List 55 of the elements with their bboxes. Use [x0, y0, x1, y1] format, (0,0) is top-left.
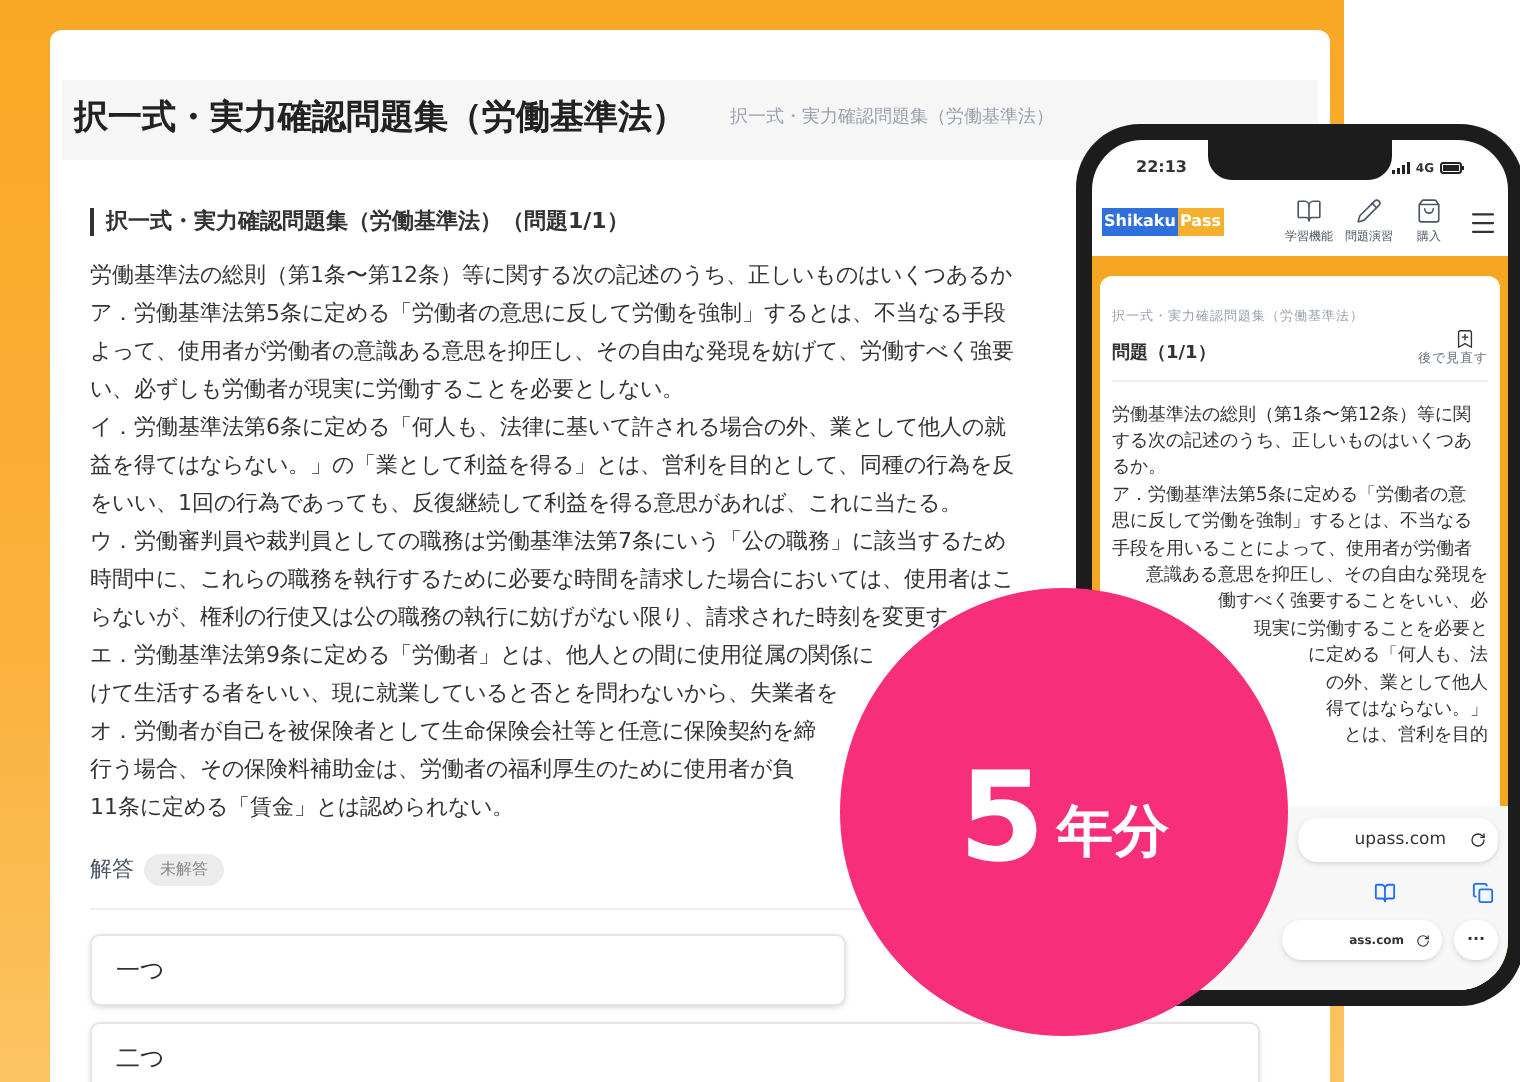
bookmark-icon[interactable]: [1454, 327, 1476, 350]
phone-text-line: 働すべく強要することをいい、必: [1218, 588, 1488, 616]
bookmarks-icon[interactable]: [1374, 882, 1396, 904]
phone-text-line: 現実に労働することを必要と: [1254, 615, 1488, 643]
question-text-line: い、必ずしも労働者が現実に労働することを必要としない。: [90, 374, 684, 406]
question-text-line: イ．労働基準法第6条に定める「何人も、法律に基いて許される場合の外、業として他人の就: [90, 412, 1006, 444]
question-text-line: けて生活する者をいい、現に就業していると否とを問わないから、失業者を: [90, 678, 838, 710]
menu-icon[interactable]: [1468, 207, 1498, 237]
question-text-line: よって、使用者が労働者の意識ある意思を抑圧し、その自由な発現を妨げて、労働すべく強要: [90, 336, 1014, 368]
question-text-line: ウ．労働審判員や裁判員としての職務は労働基準法第7条にいう「公の職務」に該当するため: [90, 526, 1006, 558]
phone-text-line: の外、業として他人: [1326, 669, 1488, 696]
logo-text: Shikaku: [1102, 208, 1178, 236]
phone-text-line: 得てはならない。」: [1326, 695, 1488, 723]
phone-text-line: ア．労働基準法第5条に定める「労働者の意: [1112, 481, 1466, 509]
page-subtitle: 択一式・実力確認問題集（労働基準法）: [730, 106, 1054, 133]
phone-text-line: に定める「何人も、法: [1308, 642, 1488, 670]
reload-icon[interactable]: [1470, 832, 1486, 848]
logo-text: Pass: [1177, 208, 1224, 236]
question-text-line: 11条に定める「賃金」とは認められない。: [90, 792, 514, 824]
reload-icon[interactable]: [1416, 933, 1430, 947]
phone-text-line: 思に反して労働を強制」するとは、不当なる: [1112, 508, 1472, 536]
bag-icon: [1416, 198, 1442, 224]
status-time: 22:13: [1136, 156, 1187, 180]
book-icon: [1296, 198, 1322, 224]
answer-option[interactable]: 二つ: [90, 1021, 1260, 1082]
question-text-line: 時間中に、これらの職務を執行するために必要な時間を請求した場合においては、使用者はこ: [90, 564, 1014, 596]
answer-option[interactable]: 一つ: [90, 933, 846, 1005]
phone-text-line: るか。: [1112, 454, 1166, 482]
status-pill: 未解答: [144, 854, 224, 887]
phone-text-line: 意識ある意思を抑圧し、その自由な発現を: [1146, 561, 1488, 589]
phone-text-line: とは、営利を目的: [1344, 722, 1488, 750]
question-text-line: らないが、権利の行使又は公の職務の執行に妨げがない限り、請求された時刻を変更す: [90, 602, 948, 634]
question-text-line: をいい、1回の行為であっても、反復継続して利益を得る意思があれば、これに当たる。: [90, 488, 962, 520]
tabs-icon[interactable]: [1472, 882, 1494, 904]
answer-label: 解答: [90, 854, 134, 886]
phone-text-line: 労働基準法の総則（第1条〜第12条）等に関: [1112, 401, 1472, 428]
phone-text-line: する次の記述のうち、正しいものはいくつあ: [1112, 427, 1472, 455]
more-button[interactable]: ···: [1454, 920, 1498, 960]
pencil-icon: [1356, 198, 1382, 224]
question-text-line: 益を得てはならない。」の「業として利益を得る」とは、営利を目的として、同種の行為を反: [90, 450, 1014, 482]
phone-text-line: 手段を用いることによって、使用者が労働者: [1112, 535, 1472, 562]
battery-icon: [1440, 162, 1464, 174]
question-text-line: 労働基準法の総則（第1条〜第12条）等に関する次の記述のうち、正しいものはいくつあるか: [90, 260, 1012, 292]
question-text-line: ア．労働基準法第5条に定める「労働者の意思に反して労働を強制」するとは、不当なる手段: [90, 298, 1006, 330]
badge-unit: 年分: [1057, 804, 1170, 860]
question-text-line: エ．労働基準法第9条に定める「労働者」とは、他人との間に使用従属の関係に: [90, 640, 874, 672]
question-title: 問題（1/1）: [1112, 342, 1216, 368]
page-title: 択一式・実力確認問題集（労働基準法）: [74, 96, 686, 143]
address-bar[interactable]: upass.com: [1298, 818, 1498, 862]
site-logo[interactable]: Shikaku Pass: [1102, 208, 1224, 236]
signal-icon: [1391, 162, 1410, 174]
badge-number: 5: [958, 756, 1046, 880]
question-text-line: オ．労働者が自己を被保険者として生命保険会社等と任意に保険契約を締: [90, 716, 816, 748]
address-text: upass.com: [1354, 827, 1446, 853]
question-text-line: 行う場合、その保険料補助金は、労働者の福利厚生のために使用者が負: [90, 754, 794, 786]
